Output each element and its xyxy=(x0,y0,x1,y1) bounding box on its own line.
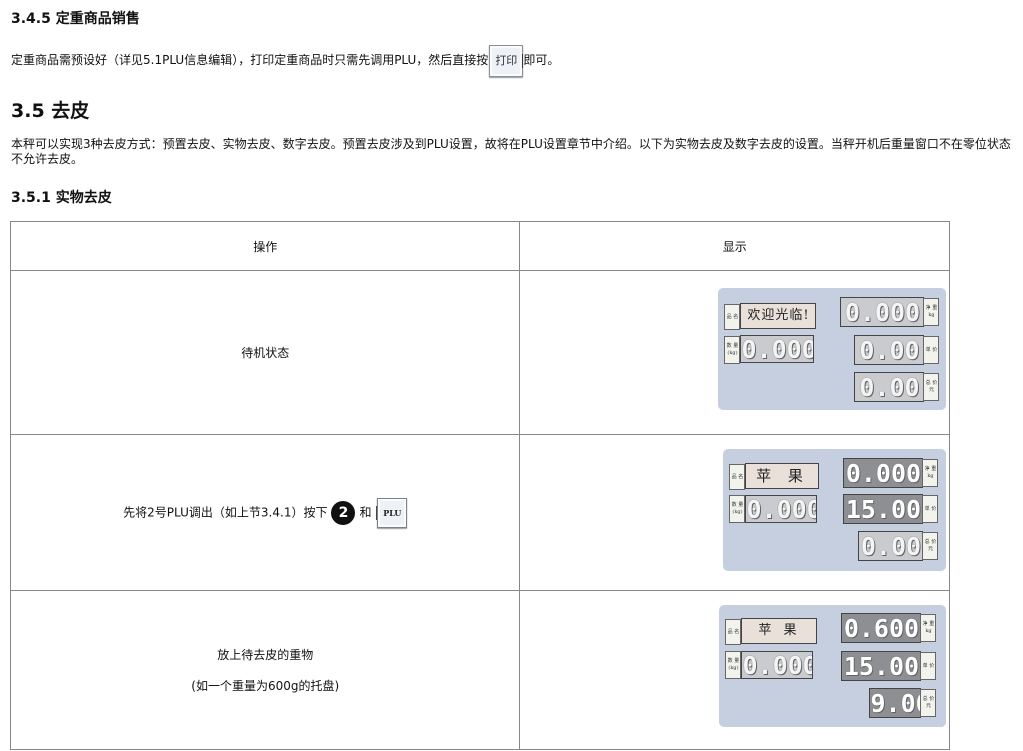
operation-cell: 先将2号PLU调出（如上节3.4.1）按下 2 和 PLU xyxy=(9,434,521,591)
fixed-weight-paragraph: 定重商品需预设好（详见5.1PLU信息编辑），打印定重商品时只需先调用PLU，然… xyxy=(11,44,559,77)
weight-lcd: 0.600 xyxy=(841,613,922,643)
weight-value: 0.600 xyxy=(843,613,920,643)
operation-note-text: (如一个重量为600g的托盘) xyxy=(191,679,340,693)
table-row: 先将2号PLU调出（如上节3.4.1）按下 2 和 PLU 品 名 苹 果 数 量 … xyxy=(9,434,950,591)
tare-intro-paragraph: 本秤可以实现3种去皮方式：预置去皮、实物去皮、数字去皮。预置去皮涉及到PLU设置… xyxy=(11,137,1011,166)
qty-tag: 数 量 (kg) xyxy=(729,495,746,523)
operation-and-text: 和 xyxy=(359,505,372,519)
total-value: 0.00 xyxy=(859,372,920,402)
tare-steps-table: 操作 显示 待机状态 品 名 欢迎光临! 数 量 (kg) 0.000 0.00… xyxy=(9,221,950,750)
weight-tag: 净 重 kg xyxy=(922,459,939,487)
paragraph-text-before: 定重商品需预设好（详见5.1PLU信息编辑），打印定重商品时只需先调用PLU，然… xyxy=(11,53,489,67)
product-name-display: 苹 果 xyxy=(745,463,820,489)
total-lcd: 0.00 xyxy=(858,531,924,561)
total-tag: 总 价 元 xyxy=(922,532,939,560)
total-lcd: 9.00 xyxy=(869,688,922,718)
print-key-icon: 打印 xyxy=(489,44,524,77)
qty-value: 0.000 xyxy=(741,335,815,363)
total-value: 0.00 xyxy=(860,531,922,561)
scale-display-panel: 品 名 苹 果 数 量 (kg) 0.000 0.600 净 重 kg 15.0… xyxy=(719,605,947,727)
name-tag: 品 名 xyxy=(725,619,742,645)
unit-price-lcd: 15.00 xyxy=(841,651,922,681)
number-2-key-icon: 2 xyxy=(331,500,356,525)
qty-lcd: 0.000 xyxy=(745,495,818,523)
unit-price-tag: 单 价 xyxy=(920,652,937,680)
product-name-display: 苹 果 xyxy=(741,618,818,644)
unit-price-value: 0.00 xyxy=(859,335,920,365)
name-tag: 品 名 xyxy=(729,464,746,490)
product-name-display: 欢迎光临! xyxy=(740,303,817,329)
header-display: 显示 xyxy=(519,221,950,271)
weight-value: 0.000 xyxy=(844,297,921,327)
qty-tag: 数 量 (kg) xyxy=(725,651,742,679)
weight-lcd: 0.000 xyxy=(843,458,924,488)
name-tag: 品 名 xyxy=(724,304,741,330)
scale-display-panel: 品 名 苹 果 数 量 (kg) 0.000 0.000 净 重 kg 15.0… xyxy=(723,449,947,571)
heading-3-5: 3.5 去皮 xyxy=(11,100,90,122)
total-value: 9.00 xyxy=(870,688,920,718)
display-cell: 品 名 苹 果 数 量 (kg) 0.000 0.000 净 重 kg 15.0… xyxy=(519,434,950,591)
total-tag: 总 价 元 xyxy=(920,689,937,717)
total-tag: 总 价 元 xyxy=(923,373,940,401)
weight-lcd: 0.000 xyxy=(840,297,925,327)
operation-text: 先将2号PLU调出（如上节3.4.1）按下 xyxy=(123,505,328,519)
paragraph-text-after: 即可。 xyxy=(523,53,560,67)
table-row: 待机状态 品 名 欢迎光临! 数 量 (kg) 0.000 0.000 净 重 … xyxy=(9,270,950,435)
heading-3-5-1: 3.5.1 实物去皮 xyxy=(11,190,112,206)
unit-price-tag: 单 价 xyxy=(922,495,939,523)
operation-cell: 待机状态 xyxy=(9,270,521,435)
qty-lcd: 0.000 xyxy=(740,335,815,363)
unit-price-value: 15.00 xyxy=(845,494,922,524)
unit-price-lcd: 0.00 xyxy=(854,335,925,365)
qty-lcd: 0.000 xyxy=(741,651,814,679)
table-header-row: 操作 显示 xyxy=(9,221,950,271)
unit-price-tag: 单 价 xyxy=(923,336,940,364)
operation-cell: 放上待去皮的重物 (如一个重量为600g的托盘) xyxy=(9,590,521,750)
qty-tag: 数 量 (kg) xyxy=(724,336,741,364)
table-row: 放上待去皮的重物 (如一个重量为600g的托盘) 品 名 苹 果 数 量 (kg… xyxy=(9,590,950,750)
operation-text: 放上待去皮的重物 xyxy=(217,648,314,662)
weight-tag: 净 重 kg xyxy=(923,298,940,326)
operation-text: 待机状态 xyxy=(241,346,290,360)
heading-3-4-5: 3.4.5 定重商品销售 xyxy=(11,11,140,27)
weight-value: 0.000 xyxy=(845,458,922,488)
display-cell: 品 名 欢迎光临! 数 量 (kg) 0.000 0.000 净 重 kg 0.… xyxy=(519,270,950,435)
qty-value: 0.000 xyxy=(742,651,814,679)
unit-price-value: 15.00 xyxy=(843,651,920,681)
scale-display-panel: 品 名 欢迎光临! 数 量 (kg) 0.000 0.000 净 重 kg 0.… xyxy=(718,288,947,410)
total-lcd: 0.00 xyxy=(854,372,925,402)
display-cell: 品 名 苹 果 数 量 (kg) 0.000 0.600 净 重 kg 15.0… xyxy=(519,590,950,750)
plu-key-icon: PLU xyxy=(377,497,408,528)
qty-value: 0.000 xyxy=(746,495,818,523)
header-operation: 操作 xyxy=(9,221,521,271)
unit-price-lcd: 15.00 xyxy=(843,494,924,524)
weight-tag: 净 重 kg xyxy=(920,614,937,642)
